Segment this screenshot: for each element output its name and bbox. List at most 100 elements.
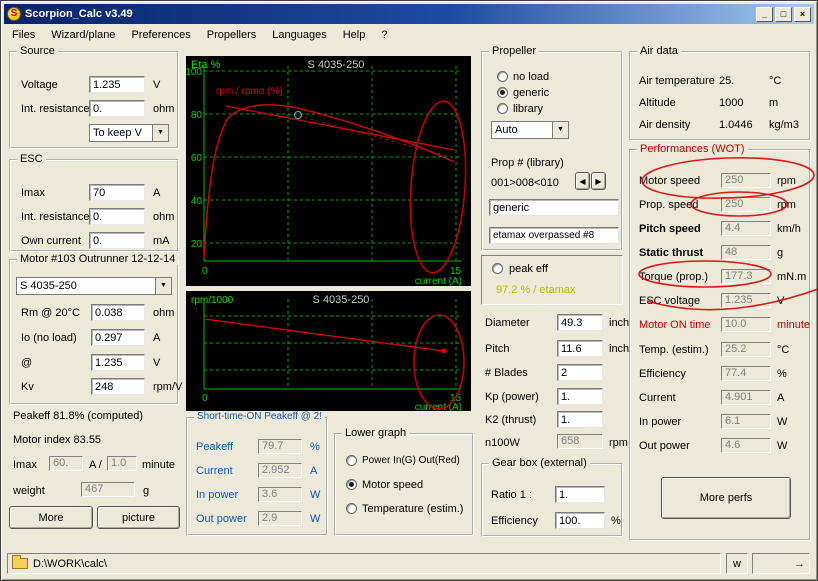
- close-button[interactable]: ×: [794, 7, 811, 22]
- prop-name-input[interactable]: [489, 199, 619, 216]
- motor-rm-label: Rm @ 20°C: [21, 307, 80, 319]
- altitude-value: 1000: [719, 97, 743, 109]
- status-arrow-button[interactable]: →: [752, 553, 810, 574]
- more-button[interactable]: More: [9, 506, 93, 529]
- eta-rpm-graph: 100 80 60 40 20 Eta % S 4035-250 rpm / r…: [186, 56, 471, 286]
- static-thrust-value: 48: [721, 245, 771, 260]
- radio-peak-eff[interactable]: [492, 263, 503, 274]
- source-int-resistance-input[interactable]: [89, 100, 145, 117]
- esc-imax-input[interactable]: [89, 184, 145, 201]
- prop-prev-button[interactable]: ◀: [575, 172, 590, 190]
- altitude-unit: m: [769, 97, 778, 109]
- k2-thrust-input[interactable]: [557, 411, 603, 428]
- esc-int-resistance-input[interactable]: [89, 208, 145, 225]
- radio-power-in-out-label[interactable]: Power In(G) Out(Red): [362, 455, 460, 466]
- folder-icon: [12, 558, 28, 569]
- motor-io-input[interactable]: [91, 329, 145, 346]
- ratio-input[interactable]: [555, 486, 605, 503]
- motor-at-label: @: [21, 357, 32, 369]
- radio-generic[interactable]: [497, 87, 508, 98]
- y-tick-20: 20: [191, 239, 203, 250]
- menu-question[interactable]: ?: [373, 27, 395, 43]
- more-perfs-button[interactable]: More perfs: [661, 477, 791, 519]
- radio-power-in-out[interactable]: [346, 455, 357, 466]
- minimize-button[interactable]: _: [756, 7, 773, 22]
- motor-on-time-unit: minute: [777, 319, 810, 331]
- prop-status-input[interactable]: [489, 227, 619, 244]
- status-path: D:\WORK\calc\: [33, 558, 107, 570]
- blades-input[interactable]: [557, 364, 603, 381]
- motor-at-input[interactable]: [91, 354, 145, 371]
- keep-mode-dropdown[interactable]: To keep V ▼: [89, 124, 169, 142]
- esc-voltage-label: ESC voltage: [639, 295, 700, 307]
- peak-eff-label[interactable]: peak eff: [509, 263, 548, 275]
- motor-kv-input[interactable]: [91, 378, 145, 395]
- menu-preferences[interactable]: Preferences: [123, 27, 198, 43]
- y-tick-40: 40: [191, 196, 203, 207]
- radio-no-load[interactable]: [497, 71, 508, 82]
- peak-eff-panel: peak eff 97.2 % / etamax: [481, 255, 623, 305]
- torque-value: 177.3: [721, 269, 771, 284]
- prop-mode-dropdown[interactable]: Auto ▼: [491, 121, 569, 139]
- radio-library-label[interactable]: library: [513, 103, 543, 115]
- menubar: Files Wizard/plane Preferences Propeller…: [4, 25, 814, 44]
- prop-next-button[interactable]: ▶: [591, 172, 606, 190]
- kp-power-input[interactable]: [557, 388, 603, 405]
- temp-estim-label: Temp. (estim.): [639, 344, 709, 356]
- esc-imax-label: Imax: [21, 187, 45, 199]
- pitch-label: Pitch: [485, 343, 509, 355]
- motor-imax-mid: A /: [89, 459, 102, 471]
- picture-button[interactable]: picture: [97, 506, 180, 529]
- motor-weight-label: weight: [13, 485, 45, 497]
- status-w-button[interactable]: w: [726, 553, 748, 574]
- radio-no-load-label[interactable]: no load: [513, 71, 549, 83]
- gear-efficiency-label: Efficiency: [491, 515, 538, 527]
- radio-motor-speed-label[interactable]: Motor speed: [362, 479, 423, 491]
- maximize-button[interactable]: □: [775, 7, 792, 22]
- statusbar: D:\WORK\calc\ w →: [4, 550, 814, 577]
- air-data-group: Air data Air temperature 25. °C Altitude…: [629, 51, 811, 141]
- chevron-down-icon[interactable]: ▼: [152, 125, 168, 141]
- y-tick-60: 60: [191, 153, 203, 164]
- chevron-down-icon[interactable]: ▼: [155, 278, 171, 294]
- in-power-unit: W: [777, 416, 787, 428]
- chevron-down-icon[interactable]: ▼: [552, 122, 568, 138]
- menu-propellers[interactable]: Propellers: [199, 27, 265, 43]
- st-current-value: 2.952: [258, 463, 302, 478]
- altitude-label: Altitude: [639, 97, 676, 109]
- radio-motor-speed[interactable]: [346, 479, 357, 490]
- efficiency-label: Efficiency: [639, 368, 686, 380]
- motor-rm-input[interactable]: [91, 304, 145, 321]
- voltage-unit: V: [153, 79, 160, 91]
- graph-top-title: S 4035-250: [308, 59, 365, 71]
- n100w-value: 658: [557, 434, 603, 449]
- pitch-input[interactable]: [557, 340, 603, 357]
- source-group-title: Source: [17, 45, 58, 57]
- motor-peakeff-text: Peakeff 81.8% (computed): [13, 410, 143, 422]
- diameter-input[interactable]: [557, 314, 603, 331]
- radio-library[interactable]: [497, 103, 508, 114]
- out-power-label: Out power: [639, 440, 690, 452]
- pitch-speed-label: Pitch speed: [639, 223, 701, 235]
- voltage-input[interactable]: [89, 76, 145, 93]
- static-thrust-label: Static thrust: [639, 247, 703, 259]
- pitch-speed-value: 4.4: [721, 221, 771, 236]
- radio-generic-label[interactable]: generic: [513, 87, 549, 99]
- esc-int-resistance-label: Int. resistance: [21, 211, 89, 223]
- motor-model-dropdown[interactable]: S 4035-250 ▼: [16, 277, 172, 295]
- radio-temperature[interactable]: [346, 503, 357, 514]
- efficiency-value: 77.4: [721, 366, 771, 381]
- temp-estim-value: 25.2: [721, 342, 771, 357]
- prop-lib-label: Prop # (library): [491, 157, 564, 169]
- menu-help[interactable]: Help: [335, 27, 374, 43]
- esc-own-current-input[interactable]: [89, 232, 145, 249]
- radio-temperature-label[interactable]: Temperature (estim.): [362, 503, 463, 515]
- air-density-value: 1.0446: [719, 119, 753, 131]
- ratio-label: Ratio 1 :: [491, 489, 532, 501]
- voltage-label: Voltage: [21, 79, 58, 91]
- esc-voltage-value: 1.235: [721, 293, 771, 308]
- menu-wizard-plane[interactable]: Wizard/plane: [43, 27, 123, 43]
- gear-efficiency-input[interactable]: [555, 512, 605, 529]
- menu-languages[interactable]: Languages: [264, 27, 334, 43]
- menu-files[interactable]: Files: [4, 27, 43, 43]
